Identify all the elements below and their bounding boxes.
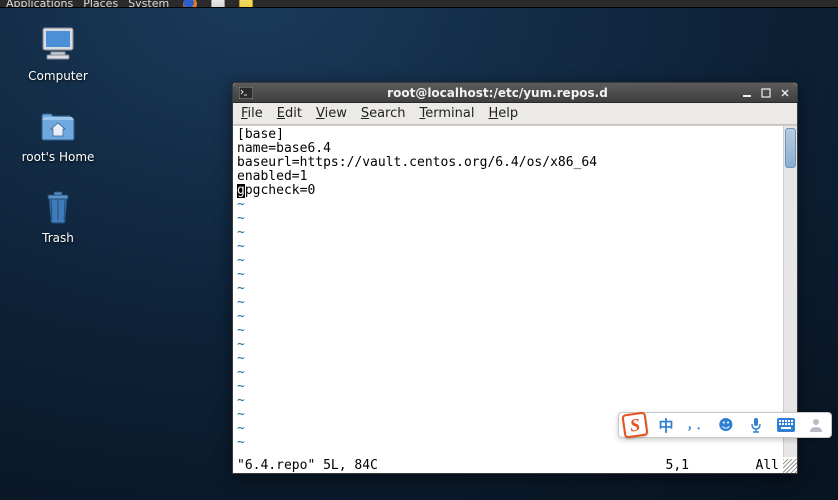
ime-softkeyboard-icon[interactable]	[775, 415, 797, 435]
menu-file[interactable]: File	[241, 106, 263, 121]
terminal-content[interactable]: [base] name=base6.4 baseurl=https://vaul…	[233, 126, 783, 457]
top-panel: Applications Places System	[0, 0, 838, 8]
close-button[interactable]	[776, 86, 793, 100]
ime-language-toggle[interactable]: 中	[655, 415, 677, 435]
status-left: "6.4.repo" 5L, 84C	[237, 458, 629, 473]
scrollbar-thumb[interactable]	[785, 128, 796, 168]
menubar: File Edit View Search Terminal Help	[233, 103, 797, 125]
menu-edit[interactable]: Edit	[277, 106, 302, 121]
sogou-logo-icon[interactable]: S	[621, 411, 648, 438]
top-menu-system[interactable]: System	[128, 0, 169, 8]
terminal-icon	[237, 86, 255, 100]
ime-punct-icon[interactable]: ，．	[685, 415, 707, 435]
ime-mic-icon[interactable]	[745, 415, 767, 435]
desktop-icon-computer[interactable]: Computer	[18, 24, 98, 83]
trash-icon	[37, 186, 79, 228]
minimize-button[interactable]	[738, 86, 755, 100]
resize-grip[interactable]	[783, 459, 797, 473]
desktop-area: Computer root's Home Trash	[18, 24, 98, 245]
desktop-icon-trash[interactable]: Trash	[18, 186, 98, 245]
computer-icon	[37, 24, 79, 66]
menu-search[interactable]: Search	[361, 106, 406, 121]
titlebar[interactable]: root@localhost:/etc/yum.repos.d	[233, 83, 797, 103]
window-title: root@localhost:/etc/yum.repos.d	[259, 86, 736, 100]
file-manager-icon[interactable]	[211, 0, 225, 8]
firefox-icon[interactable]	[183, 0, 197, 8]
desktop-label: Trash	[42, 231, 74, 245]
status-position: 5,1	[629, 458, 729, 473]
ime-emoji-icon[interactable]: ☻	[715, 415, 737, 435]
top-menu-places[interactable]: Places	[83, 0, 118, 8]
menu-terminal[interactable]: Terminal	[420, 106, 475, 121]
ime-user-icon[interactable]	[805, 415, 827, 435]
desktop-label: root's Home	[22, 150, 95, 164]
maximize-button[interactable]	[757, 86, 774, 100]
top-menu-applications[interactable]: Applications	[6, 0, 73, 8]
desktop-icon-home[interactable]: root's Home	[18, 105, 98, 164]
input-method-toolbar[interactable]: S 中 ，． ☻	[618, 412, 832, 438]
folder-home-icon	[37, 105, 79, 147]
menu-view[interactable]: View	[316, 106, 347, 121]
note-icon[interactable]	[239, 0, 253, 8]
scrollbar-vertical[interactable]	[783, 126, 797, 457]
status-scroll: All	[729, 458, 779, 473]
desktop-label: Computer	[28, 69, 88, 83]
menu-help[interactable]: Help	[488, 106, 518, 121]
vim-status-line: "6.4.repo" 5L, 84C 5,1 All	[233, 457, 797, 473]
